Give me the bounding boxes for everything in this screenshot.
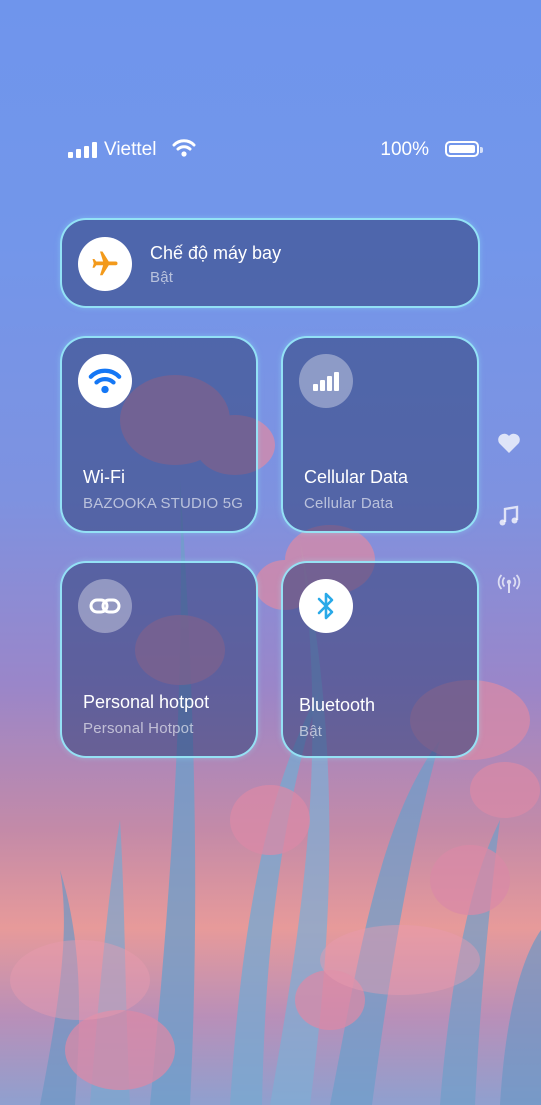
airplane-mode-toggle[interactable]: Chế độ máy bay Bật xyxy=(60,218,480,308)
bluetooth-icon xyxy=(299,579,353,633)
wifi-network-name: BAZOOKA STUDIO 5G xyxy=(83,495,244,512)
bluetooth-status: Bật xyxy=(299,723,323,740)
link-icon xyxy=(78,579,132,633)
airplane-mode-title: Chế độ máy bay xyxy=(150,243,282,263)
heart-icon[interactable] xyxy=(497,432,523,458)
cellular-data-title: Cellular Data xyxy=(304,467,409,487)
broadcast-icon[interactable] xyxy=(497,572,523,598)
bluetooth-title: Bluetooth xyxy=(299,695,376,715)
wifi-title: Wi-Fi xyxy=(83,467,125,487)
music-note-icon[interactable] xyxy=(497,504,523,530)
personal-hotspot-toggle[interactable]: Personal hotpot Personal Hotpot xyxy=(60,561,258,758)
wifi-icon xyxy=(172,139,196,157)
wifi-icon xyxy=(78,354,132,408)
cellular-data-subtitle: Cellular Data xyxy=(304,495,394,512)
wifi-toggle[interactable]: Wi-Fi BAZOOKA STUDIO 5G xyxy=(60,336,258,533)
personal-hotspot-title: Personal hotpot xyxy=(83,692,210,712)
cellular-data-toggle[interactable]: Cellular Data Cellular Data xyxy=(281,336,479,533)
wallpaper xyxy=(0,0,541,1105)
airplane-mode-status: Bật xyxy=(150,269,174,286)
battery-tip xyxy=(480,147,483,153)
carrier-name: Viettel xyxy=(104,139,157,160)
cellular-signal-icon xyxy=(299,354,353,408)
airplane-icon xyxy=(78,237,132,291)
battery-icon xyxy=(445,141,479,157)
personal-hotspot-subtitle: Personal Hotpot xyxy=(83,720,194,737)
iris-flowers-illustration xyxy=(10,375,541,1105)
bluetooth-toggle[interactable]: Bluetooth Bật xyxy=(281,561,479,758)
cellular-signal-icon xyxy=(68,142,98,158)
battery-percentage: 100% xyxy=(380,139,429,160)
status-bar: Viettel 100% xyxy=(68,138,483,164)
